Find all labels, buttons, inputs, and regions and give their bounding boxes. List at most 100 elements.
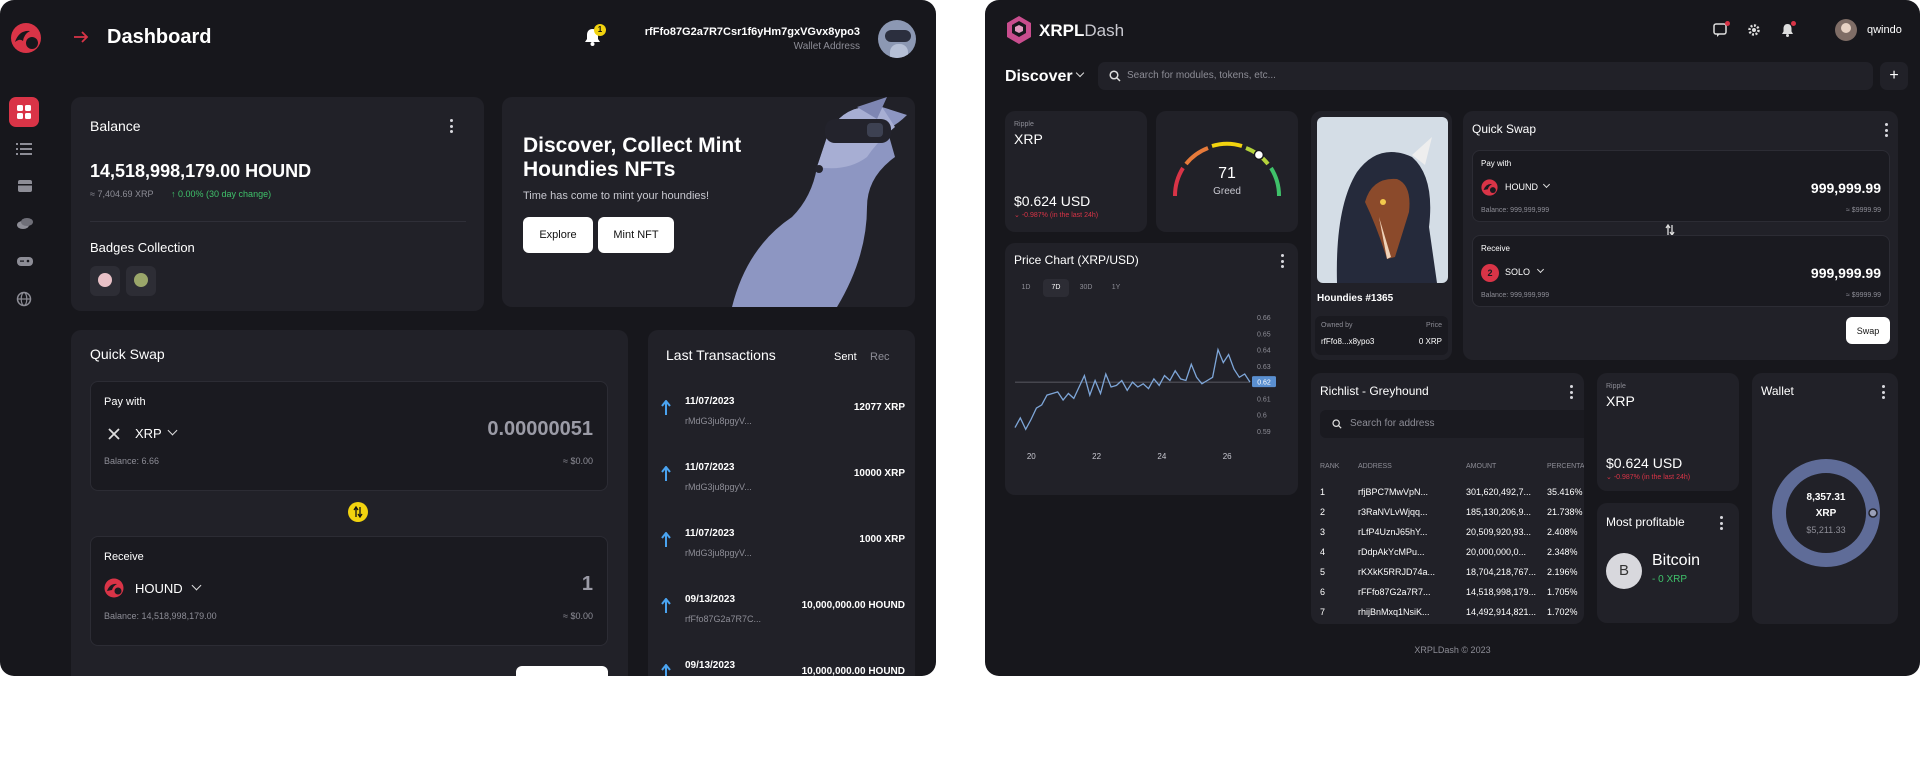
transaction-row[interactable]: 11/07/2023 rMdG3ju8pgyV... 10000 XRP	[648, 458, 915, 514]
table-row[interactable]: 2 r3RaNVLvWjqq... 185,130,206,9... 21.738%	[1311, 507, 1584, 525]
balance-amount: 14,518,998,179.00 HOUND	[90, 161, 312, 181]
range-tab-1d[interactable]: 1D	[1013, 279, 1039, 297]
more-menu-icon[interactable]	[1881, 385, 1885, 399]
grid-icon	[17, 105, 31, 119]
receive-amount-input[interactable]: 1	[582, 573, 593, 596]
current-price-label: 0.62	[1257, 380, 1271, 387]
bitcoin-icon: B	[1606, 553, 1642, 589]
more-menu-icon[interactable]	[1280, 254, 1284, 268]
pay-amount-input[interactable]: 999,999.99	[1811, 180, 1881, 196]
price-chart-card: Price Chart (XRP/USD) 1D 7D 30D 1Y 0.66 0.65…	[1005, 243, 1298, 495]
username[interactable]: qwindo	[1867, 24, 1902, 36]
chevron-down-icon[interactable]	[191, 580, 202, 591]
xrp-token-icon	[108, 428, 120, 440]
nav-gamepad-icon[interactable]	[16, 254, 34, 268]
y-tick-label: 0.59	[1257, 429, 1271, 436]
transaction-row[interactable]: 09/13/2023 rfFfo87G2a7R7C... 10,000,000.…	[648, 590, 915, 646]
tab-sent[interactable]: Sent	[834, 351, 857, 363]
amount-cell: 301,620,492,7...	[1466, 487, 1532, 497]
pay-amount-input[interactable]: 0.00000051	[487, 418, 593, 441]
xrp-price-card: Ripple XRP $0.624 USD ⌄ -0.987% (in the …	[1597, 373, 1739, 491]
table-row[interactable]: 7 rhijBnMxq1NsiK... 14,492,914,821... 1.702…	[1311, 607, 1584, 624]
pay-with-panel: Pay with XRP 0.00000051 Balance: 6.66 ≈ …	[90, 381, 608, 491]
receive-amount-input[interactable]: 999,999.99	[1811, 265, 1881, 281]
range-tab-30d[interactable]: 30D	[1073, 279, 1099, 297]
receive-label: Receive	[104, 551, 144, 563]
explore-button[interactable]: Explore	[523, 217, 593, 253]
hooded-hound-illustration	[1336, 137, 1437, 283]
avatar[interactable]	[1835, 19, 1857, 41]
range-tab-7d[interactable]: 7D	[1043, 279, 1069, 297]
token-change: ⌄ -0.987% (in the last 24h)	[1606, 474, 1691, 481]
table-row[interactable]: 4 rDdpAkYcMPu... 20,000,000,0... 2.348%	[1311, 547, 1584, 565]
y-tick-label: 0.65	[1257, 331, 1271, 338]
chevron-down-icon[interactable]	[167, 425, 178, 436]
balance-change: ↑ 0.00% (30 day change)	[171, 189, 272, 199]
swap-button[interactable]: Swap	[1846, 317, 1890, 344]
tab-received[interactable]: Rec	[870, 351, 890, 363]
amount-cell: 14,518,998,179...	[1466, 587, 1537, 597]
table-row[interactable]: 5 rKXkK5RRJD74a... 18,704,218,767... 2.196%	[1311, 567, 1584, 585]
address-cell: rFFfo87G2a7R7...	[1358, 587, 1431, 597]
wallet-address: rfFfo87G2a7R7Csr1f6yHm7gxVGvx8ypo3	[644, 26, 860, 38]
column-header: PERCENTAGE	[1547, 463, 1584, 470]
transaction-date: 11/07/2023	[685, 396, 735, 407]
token-price: $0.624 USD	[1606, 455, 1683, 471]
receive-usd: ≈ $0.00	[563, 611, 593, 621]
address-cell: rLfP4UznJ65hY...	[1358, 527, 1428, 537]
avatar[interactable]	[878, 20, 916, 58]
search-bar[interactable]: Search for modules, tokens, etc...	[1098, 62, 1873, 90]
badge-2[interactable]	[126, 266, 156, 296]
address-search-placeholder: Search for address	[1350, 418, 1435, 429]
wallet-address-label: Wallet Address	[793, 41, 860, 52]
nft-owner-panel: Owned by rfFfo8...x8ypo3 Price 0 XRP	[1315, 316, 1448, 355]
nft-image[interactable]	[1317, 117, 1448, 283]
more-menu-icon[interactable]	[449, 119, 453, 133]
more-menu-icon[interactable]	[1569, 385, 1573, 399]
chevron-down-icon[interactable]	[1536, 265, 1545, 274]
chevron-down-icon[interactable]	[1075, 68, 1085, 78]
chevron-down-icon[interactable]	[1542, 180, 1551, 189]
page-title: Dashboard	[107, 26, 212, 48]
pay-token-select[interactable]: XRP	[135, 426, 162, 441]
transaction-row[interactable]: 11/07/2023 rMdG3ju8pgyV... 12077 XRP	[648, 392, 915, 448]
swap-button[interactable]	[516, 666, 608, 676]
badge-1[interactable]	[90, 266, 120, 296]
add-button[interactable]: +	[1880, 62, 1908, 90]
y-tick-label: 0.61	[1257, 396, 1271, 403]
receive-token-select[interactable]: HOUND	[135, 581, 183, 596]
transaction-amount: 1000 XRP	[859, 534, 905, 545]
nav-dashboard[interactable]	[9, 97, 39, 127]
arrow-up-icon	[661, 400, 671, 415]
arrow-right-icon[interactable]	[73, 31, 89, 43]
pay-token-select[interactable]: HOUND	[1505, 182, 1538, 192]
nav-calendar-icon[interactable]	[16, 179, 34, 193]
fear-greed-label: Greed	[1213, 186, 1241, 197]
wallet-amount: 8,357.31	[1806, 492, 1846, 503]
greyhound-illustration	[732, 97, 907, 307]
notification-badge: 1	[594, 24, 606, 36]
arrow-up-icon	[661, 466, 671, 481]
address-search-input[interactable]: Search for address	[1320, 410, 1584, 438]
table-row[interactable]: 1 rfjBPC7MwVpN... 301,620,492,7... 35.416%	[1311, 487, 1584, 505]
nav-coins-icon[interactable]	[16, 217, 34, 231]
rank-cell: 2	[1320, 507, 1326, 517]
gear-icon[interactable]	[1747, 23, 1761, 37]
discover-dropdown[interactable]: Discover	[1005, 68, 1073, 86]
range-tab-1y[interactable]: 1Y	[1103, 279, 1129, 297]
table-row[interactable]: 6 rFFfo87G2a7R7... 14,518,998,179... 1.705%	[1311, 587, 1584, 605]
address-cell: rDdpAkYcMPu...	[1358, 547, 1425, 557]
mint-nft-button[interactable]: Mint NFT	[598, 217, 674, 253]
pay-usd: ≈ $0.00	[563, 456, 593, 466]
rank-cell: 5	[1320, 567, 1326, 577]
nav-globe-icon[interactable]	[16, 291, 32, 307]
transaction-row[interactable]: 09/13/2023 10,000,000.00 HOUND	[648, 656, 915, 676]
table-row[interactable]: 3 rLfP4UznJ65hY... 20,509,920,93... 2.408%	[1311, 527, 1584, 545]
receive-token-select[interactable]: SOLO	[1505, 267, 1530, 277]
transaction-row[interactable]: 11/07/2023 rMdG3ju8pgyV... 1000 XRP	[648, 524, 915, 580]
swap-direction-button[interactable]	[348, 502, 368, 522]
more-menu-icon[interactable]	[1884, 123, 1888, 137]
wallet-usd: $5,211.33	[1806, 525, 1846, 535]
nav-list-icon[interactable]	[16, 142, 34, 156]
more-menu-icon[interactable]	[1719, 516, 1723, 530]
